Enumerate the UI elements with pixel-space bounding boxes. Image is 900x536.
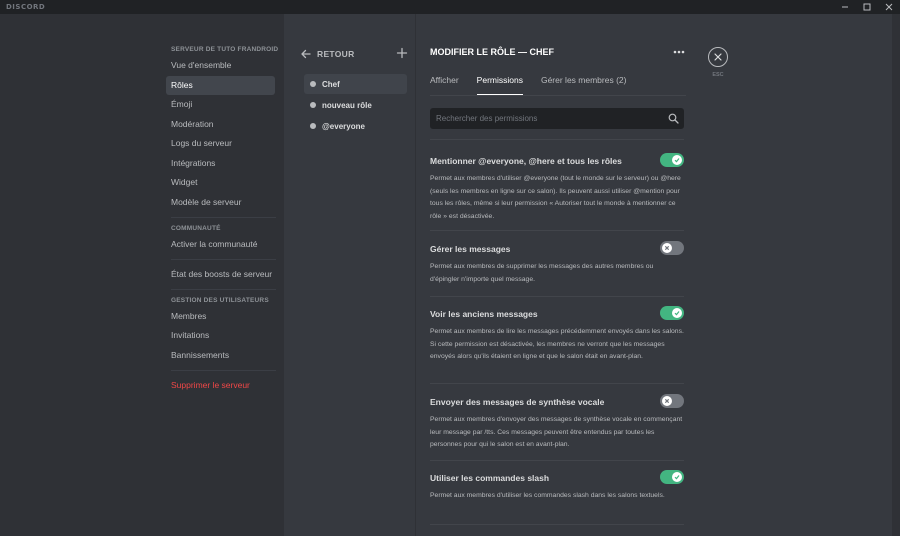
role-label: nouveau rôle: [322, 100, 372, 110]
permission-title: Mentionner @everyone, @here et tous les …: [430, 156, 622, 166]
x-icon: [662, 396, 672, 406]
sidebar-header-user-management: GESTION DES UTILISATEURS: [171, 296, 269, 304]
role-list: Chef nouveau rôle @everyone: [304, 74, 407, 137]
title-bar: DISCORD: [0, 0, 900, 14]
permission-toggle[interactable]: [660, 153, 684, 167]
role-label: Chef: [322, 79, 340, 89]
sidebar-divider: [171, 288, 276, 290]
permission-divider: [430, 296, 684, 297]
back-button[interactable]: RETOUR: [317, 49, 355, 59]
permission-row-manage-messages: Gérer les messages Permet aux membres de…: [430, 241, 684, 286]
page-title: MODIFIER LE RÔLE — CHEF: [430, 47, 555, 57]
tabs-divider: [430, 95, 686, 96]
permission-title: Voir les anciens messages: [430, 309, 538, 319]
sidebar-item-members[interactable]: Membres: [166, 307, 275, 326]
sidebar-header-community: COMMUNAUTÉ: [171, 224, 221, 232]
add-role-plus-icon[interactable]: [396, 47, 408, 59]
list-divider: [430, 139, 684, 140]
permission-title: Gérer les messages: [430, 244, 511, 254]
sidebar-divider: [171, 258, 276, 260]
sidebar-divider: [171, 216, 276, 218]
sidebar-item-server-boost-status[interactable]: État des boosts de serveur: [166, 265, 275, 284]
check-icon: [672, 308, 682, 318]
tab-manage-members[interactable]: Gérer les membres (2): [541, 70, 627, 95]
tab-permissions[interactable]: Permissions: [476, 70, 523, 95]
roles-header: RETOUR: [300, 47, 408, 61]
role-item-chef[interactable]: Chef: [304, 74, 407, 94]
permission-toggle[interactable]: [660, 470, 684, 484]
permission-toggle[interactable]: [660, 306, 684, 320]
tab-display[interactable]: Afficher: [430, 70, 459, 95]
permission-row-slash-commands: Utiliser les commandes slash Permet aux …: [430, 470, 684, 503]
scrollbar-track[interactable]: [892, 14, 900, 536]
permission-title: Utiliser les commandes slash: [430, 473, 550, 483]
permission-description: Permet aux membres de supprimer les mess…: [430, 263, 654, 283]
permission-row-read-message-history: Voir les anciens messages Permet aux mem…: [430, 306, 684, 364]
permission-row-mention-everyone: Mentionner @everyone, @here et tous les …: [430, 153, 684, 223]
permission-description: Permet aux membres d'utiliser @everyone …: [430, 175, 681, 220]
back-arrow-icon[interactable]: [300, 48, 312, 60]
check-icon: [672, 472, 682, 482]
role-editor-panel: MODIFIER LE RÔLE — CHEF Afficher Permiss…: [416, 14, 700, 536]
sidebar-item-emoji[interactable]: Émoji: [166, 95, 275, 114]
more-options-icon[interactable]: [672, 48, 686, 56]
sidebar-item-moderation[interactable]: Modération: [166, 115, 275, 134]
permission-divider: [430, 383, 684, 384]
sidebar-item-widget[interactable]: Widget: [166, 173, 275, 192]
sidebar-item-server-template[interactable]: Modèle de serveur: [166, 193, 275, 212]
maximize-icon[interactable]: [856, 0, 878, 14]
x-icon: [662, 243, 672, 253]
sidebar-item-roles[interactable]: Rôles: [166, 75, 275, 95]
check-icon: [672, 155, 682, 165]
role-item-everyone[interactable]: @everyone: [304, 116, 407, 136]
window-controls: [834, 0, 900, 14]
discord-logo: DISCORD: [6, 3, 46, 11]
permission-row-send-tts: Envoyer des messages de synthèse vocale …: [430, 394, 684, 452]
roles-column: RETOUR Chef nouveau rôle @everyone: [284, 14, 416, 536]
sidebar-item-integrations[interactable]: Intégrations: [166, 154, 275, 173]
sidebar-item-invites[interactable]: Invitations: [166, 326, 275, 345]
permission-toggle[interactable]: [660, 241, 684, 255]
permission-title: Envoyer des messages de synthèse vocale: [430, 397, 605, 407]
sidebar-item-overview[interactable]: Vue d'ensemble: [166, 56, 275, 75]
close-area: ESC: [700, 14, 900, 536]
permission-description: Permet aux membres d'envoyer des message…: [430, 416, 683, 448]
role-color-dot: [310, 102, 316, 108]
sidebar-item-enable-community[interactable]: Activer la communauté: [166, 235, 275, 254]
permission-toggle[interactable]: [660, 394, 684, 408]
sidebar-header-server: SERVEUR DE TUTO FRANDROID: [171, 46, 279, 53]
close-settings-button[interactable]: [708, 47, 728, 67]
sidebar-divider: [171, 369, 276, 371]
close-window-icon[interactable]: [878, 0, 900, 14]
role-color-dot: [310, 123, 316, 129]
permission-description: Permet aux membres de lire les messages …: [430, 328, 684, 360]
esc-label: ESC: [712, 72, 724, 78]
close-icon: [714, 53, 722, 61]
sidebar-item-bans[interactable]: Bannissements: [166, 346, 275, 365]
sidebar-item-delete-server[interactable]: Supprimer le serveur: [166, 376, 275, 395]
permission-divider: [430, 524, 684, 525]
role-tabs: Afficher Permissions Gérer les membres (…: [430, 70, 644, 95]
role-color-dot: [310, 81, 316, 87]
role-label: @everyone: [322, 121, 365, 131]
search-icon: [668, 113, 679, 124]
sidebar-item-audit-log[interactable]: Logs du serveur: [166, 134, 275, 153]
permission-description: Permet aux membres d'utiliser les comman…: [430, 492, 665, 499]
minimize-icon[interactable]: [834, 0, 856, 14]
search-input[interactable]: [430, 108, 655, 129]
settings-sidebar: SERVEUR DE TUTO FRANDROID Vue d'ensemble…: [166, 44, 284, 395]
permission-search-box: [430, 108, 684, 129]
permission-divider: [430, 230, 684, 231]
role-item-new-role[interactable]: nouveau rôle: [304, 95, 407, 115]
permission-divider: [430, 460, 684, 461]
